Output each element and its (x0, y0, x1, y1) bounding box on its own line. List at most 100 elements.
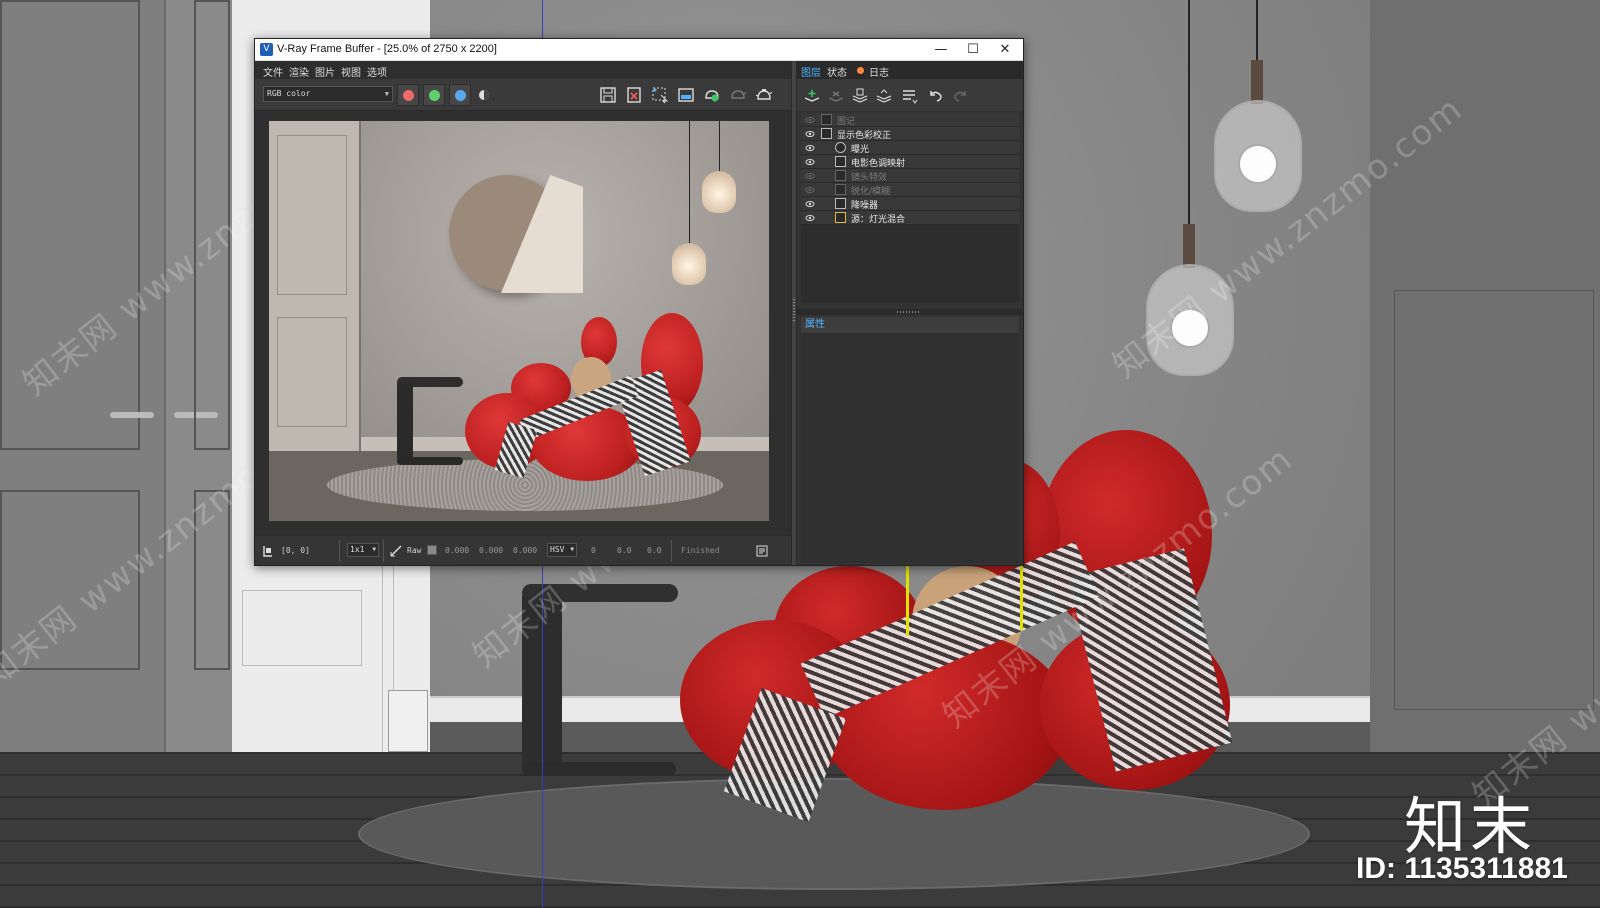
save-layers-icon[interactable] (851, 88, 869, 104)
layer-row[interactable]: 图记 (801, 113, 1019, 127)
denoiser-icon (835, 198, 846, 209)
layer-row[interactable]: 镜头特效 (801, 169, 1019, 183)
vray-frame-buffer-window: V V-Ray Frame Buffer - [25.0% of 2750 x … (254, 38, 1024, 566)
color-mode-dropdown[interactable]: HSV ▼ (547, 543, 577, 557)
pixel-coordinates: [0, 0] (281, 546, 310, 555)
layer-list-icon[interactable] (901, 88, 919, 104)
eye-icon[interactable] (805, 115, 815, 125)
region-render-icon[interactable] (651, 86, 669, 104)
title-bar[interactable]: V V-Ray Frame Buffer - [25.0% of 2750 x … (255, 39, 1023, 61)
eye-icon[interactable] (805, 185, 815, 195)
zoom-value: 1x1 (350, 545, 365, 554)
undo-icon[interactable] (927, 88, 945, 104)
render-wall-panel (277, 135, 347, 295)
render-state: Finished (681, 546, 720, 555)
lens-effects-icon (835, 170, 846, 181)
create-layer-icon[interactable] (803, 88, 821, 104)
layer-label: 源：灯光混合 (851, 215, 906, 225)
hsv-v-value: 0.0 (647, 546, 662, 555)
tab-layers[interactable]: 图层 (801, 64, 821, 79)
round-rug (358, 778, 1310, 890)
layer-row[interactable]: 显示色彩校正 (801, 127, 1019, 141)
menu-render[interactable]: 渲染 (289, 64, 309, 79)
menu-image[interactable]: 图片 (315, 64, 335, 79)
layer-label: 锐化/模糊 (851, 187, 891, 197)
pixel-g-value: 0.000 (479, 546, 504, 555)
chevron-down-icon: ▼ (372, 546, 376, 553)
layer-label: 显示色彩校正 (837, 131, 892, 141)
layers-panel: 图层 状态 日志 图记 显示色彩校正 曝光 电影色调映射 镜头特效 锐化/模糊 … (797, 61, 1023, 565)
status-separator (383, 540, 384, 562)
menu-file[interactable]: 文件 (263, 64, 283, 79)
green-channel-icon (429, 90, 440, 101)
eye-icon[interactable] (805, 171, 815, 181)
raw-label: Raw (407, 546, 422, 555)
render-lamp-wire (719, 121, 720, 173)
close-button[interactable]: ✕ (989, 39, 1021, 61)
door-frame (164, 0, 232, 760)
red-channel-button[interactable] (397, 84, 419, 106)
channel-dropdown[interactable]: RGB color ▼ (263, 86, 393, 102)
load-layers-icon[interactable] (875, 88, 893, 104)
render-pendant-lamp (672, 243, 706, 285)
eye-icon[interactable] (805, 213, 815, 223)
render-lamp-wire (689, 121, 690, 245)
green-channel-button[interactable] (423, 84, 445, 106)
pick-pixel-icon[interactable] (261, 544, 275, 558)
blue-channel-button[interactable] (449, 84, 471, 106)
chevron-down-icon: ▼ (570, 546, 574, 553)
eye-icon[interactable] (805, 143, 815, 153)
layer-row[interactable]: 降噪器 (801, 197, 1019, 211)
image-toolbar: RGB color ▼ (255, 79, 791, 111)
lamp-bulb (1238, 144, 1278, 184)
log-toggle-icon[interactable] (755, 544, 769, 558)
menu-options[interactable]: 选项 (367, 64, 387, 79)
color-mode-value: HSV (550, 545, 565, 554)
save-image-icon[interactable] (599, 86, 617, 104)
light-mix-icon (835, 212, 846, 223)
layer-row[interactable]: 电影色调映射 (801, 155, 1019, 169)
layer-row[interactable]: 锐化/模糊 (801, 183, 1019, 197)
properties-body (801, 333, 1019, 563)
layer-label: 电影色调映射 (851, 159, 906, 169)
panel-divider[interactable] (797, 309, 1023, 315)
layer-tree: 图记 显示色彩校正 曝光 电影色调映射 镜头特效 锐化/模糊 降噪器 源：灯光混… (801, 113, 1019, 303)
menu-view[interactable]: 视图 (341, 64, 361, 79)
render-view[interactable] (255, 111, 791, 535)
tab-stats[interactable]: 状态 (827, 64, 847, 79)
window-title: V-Ray Frame Buffer - [25.0% of 2750 x 22… (277, 43, 497, 55)
render-icon[interactable] (755, 86, 773, 104)
color-correction-icon (821, 128, 832, 139)
eye-icon[interactable] (805, 199, 815, 209)
clear-image-icon[interactable] (625, 86, 643, 104)
layer-label: 图记 (837, 117, 856, 127)
zoom-dropdown[interactable]: 1x1 ▼ (347, 543, 379, 557)
redo-icon[interactable] (951, 88, 969, 104)
divider-grip (897, 311, 921, 313)
layer-type-icon (821, 114, 832, 125)
sharpen-blur-icon (835, 184, 846, 195)
tab-log[interactable]: 日志 (869, 64, 889, 79)
layer-row[interactable]: 曝光 (801, 141, 1019, 155)
alpha-channel-icon[interactable] (475, 86, 493, 104)
asset-id: ID: 1135311881 (1356, 852, 1568, 885)
minimize-button[interactable]: — (925, 39, 957, 61)
lamp-wire (1188, 0, 1190, 230)
pixel-color-swatch (427, 545, 437, 555)
delete-layer-icon[interactable] (827, 88, 845, 104)
pillar (388, 690, 428, 752)
splitter-grip (793, 297, 795, 321)
eye-icon[interactable] (805, 157, 815, 167)
layer-row[interactable]: 源：灯光混合 (801, 211, 1019, 225)
rendered-image[interactable] (269, 121, 769, 521)
layers-toolbar (797, 79, 1023, 111)
eye-icon[interactable] (805, 129, 815, 139)
compare-icon[interactable] (677, 86, 695, 104)
color-picker-icon[interactable] (389, 544, 403, 558)
lamp-cap (1183, 224, 1195, 268)
render-teapot-icon[interactable] (729, 86, 747, 104)
maximize-button[interactable]: ☐ (957, 39, 989, 61)
vray-app-icon: V (260, 43, 273, 56)
interactive-render-icon[interactable] (703, 86, 721, 104)
render-left-wall (269, 121, 361, 451)
